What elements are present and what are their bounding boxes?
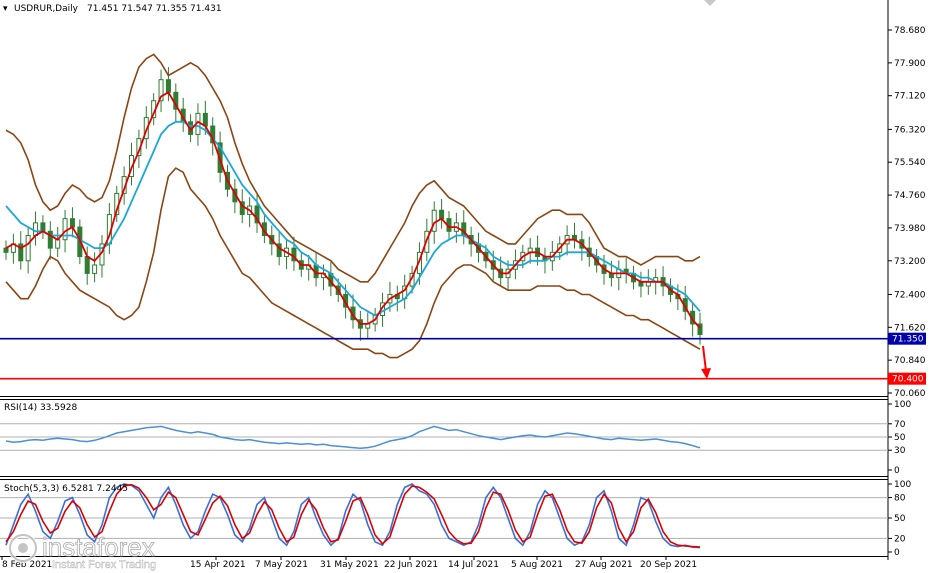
stoch-tick-label: 50	[894, 514, 906, 524]
chart-title: USDRUR,Daily	[14, 4, 79, 14]
stoch-title: Stoch(5,3,3) 6.5281 7.2445	[4, 484, 128, 494]
watermark-tagline: Instant Forex Trading	[52, 559, 156, 571]
candle-body	[33, 222, 39, 237]
price-tick-label: 71.620	[894, 323, 926, 333]
candle-body	[69, 218, 75, 228]
candle-body	[92, 264, 98, 274]
rsi-tick-label: 30	[894, 446, 906, 456]
stoch-tick-label: 100	[894, 480, 911, 490]
candle-body	[40, 222, 46, 232]
level-label: 70.400	[892, 375, 924, 385]
rsi-tick-label: 100	[894, 400, 911, 410]
candle-body	[202, 112, 208, 127]
stoch-tick-label: 20	[894, 534, 906, 544]
stoch-tick-label: 0	[894, 548, 900, 558]
price-tick-label: 72.400	[894, 290, 926, 300]
price-tick-label: 73.200	[894, 257, 926, 267]
time-tick-label: 20 Sep 2021	[640, 560, 697, 570]
chart-ohlc: 71.451 71.547 71.355 71.431	[87, 4, 222, 14]
time-tick-label: 14 Jul 2021	[448, 560, 499, 570]
rsi-tick-label: 70	[894, 420, 906, 430]
chart-header-icon: ▾	[3, 4, 8, 14]
level-label: 71.350	[892, 335, 924, 345]
price-tick-label: 70.840	[894, 356, 926, 366]
price-tick-label: 74.760	[894, 191, 926, 201]
time-tick-label: 31 May 2021	[320, 560, 379, 570]
rsi-tick-label: 50	[894, 433, 906, 443]
chart-canvas: 78.680 77.900 77.120 76.320 75.540 74.760 73.9…	[0, 0, 930, 573]
price-tick-label: 78.680	[894, 26, 926, 36]
price-tick-label: 73.980	[894, 224, 926, 234]
price-tick-label: 75.540	[894, 158, 926, 168]
candle-body	[25, 235, 31, 262]
candle-body	[62, 218, 68, 241]
stoch-tick-label: 80	[894, 494, 906, 504]
chart-frame	[0, 0, 930, 573]
candle-body	[165, 79, 171, 93]
time-tick-label: 22 Jun 2021	[384, 560, 438, 570]
price-tick-label: 77.900	[894, 59, 926, 69]
time-tick-label: 27 Aug 2021	[575, 560, 633, 570]
time-tick-label: 5 Aug 2021	[511, 560, 563, 570]
time-tick-label: 7 May 2021	[255, 560, 308, 570]
watermark-brand: instaforex	[42, 532, 155, 562]
candle-body	[439, 209, 445, 220]
rsi-tick-label: 0	[894, 466, 900, 476]
price-tick-label: 70.060	[894, 389, 926, 399]
price-tick-label: 77.120	[894, 92, 926, 102]
candle-body	[55, 239, 61, 249]
candle-body	[3, 247, 9, 253]
rsi-title: RSI(14) 33.5928	[4, 403, 77, 413]
candle-body	[84, 256, 90, 274]
price-tick-label: 76.320	[894, 125, 926, 135]
time-tick-label: 15 Apr 2021	[190, 560, 246, 570]
